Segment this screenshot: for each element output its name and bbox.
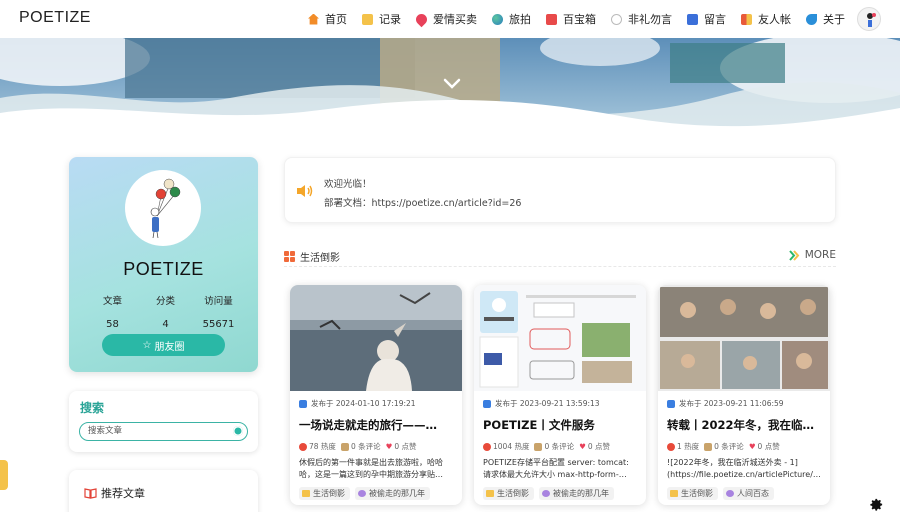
speaker-icon (297, 185, 313, 197)
stat-articles: 文章 58 (102, 296, 122, 330)
tag-category[interactable]: 生活倒影 (667, 487, 718, 500)
scroll-down-icon[interactable] (443, 78, 461, 90)
article-meta: 1004 热度 0 条评论 ♥ 0 点赞 (483, 441, 610, 452)
article-title[interactable]: POETIZE丨文件服务 (483, 417, 641, 433)
tag-label[interactable]: 被偷走的那几年 (355, 487, 430, 500)
nav-item-about[interactable]: 关于 (806, 11, 845, 27)
nav-menu: 首页 记录 爱情买卖 旅拍 百宝箱 非礼勿言 留言 友人帐 关于 (293, 0, 845, 38)
tag-icon (542, 490, 550, 497)
recommend-title: 推荐文章 (84, 485, 145, 501)
article-tags: 生活倒影 被偷走的那几年 (299, 487, 435, 500)
fire-icon (667, 442, 675, 451)
stat-visits: 访问量 55671 (202, 296, 235, 330)
fire-icon (483, 442, 491, 451)
tag-label[interactable]: 被偷走的那几年 (539, 487, 614, 500)
section-divider (284, 266, 836, 267)
folder-icon (486, 490, 494, 497)
search-card: 搜索 搜索文章 (69, 391, 258, 452)
folder-icon (670, 490, 678, 497)
nav-item-friends[interactable]: 友人帐 (741, 11, 791, 27)
article-card[interactable]: 发布于 2023-09-21 13:59:13 POETIZE丨文件服务 100… (474, 285, 646, 505)
nav-item-notes[interactable]: 记录 (362, 11, 401, 27)
tag-icon (358, 490, 366, 497)
article-card[interactable]: 发布于 2023-09-21 11:06:59 转载丨2022年冬，我在临… 1… (658, 285, 830, 505)
grid-icon (284, 251, 295, 262)
more-link[interactable]: MORE (788, 249, 836, 261)
hero-banner (0, 38, 900, 133)
user-avatar[interactable] (857, 7, 881, 31)
profile-card: POETIZE 文章 58 分类 4 访问量 55671 ☆ 朋友圈 (69, 157, 258, 372)
friends-icon (741, 13, 752, 25)
article-tags: 生活倒影 被偷走的那几年 (483, 487, 619, 500)
tag-category[interactable]: 生活倒影 (483, 487, 534, 500)
article-excerpt: POETIZE存储平台配置 server: tomcat: 请求体最大允许大小 … (483, 458, 629, 479)
fire-icon (299, 442, 307, 451)
profile-avatar (125, 170, 201, 246)
article-title[interactable]: 转载丨2022年冬，我在临… (667, 417, 825, 433)
search-placeholder: 搜索文章 (88, 426, 123, 436)
nav-item-love[interactable]: 爱情买卖 (413, 11, 477, 27)
stat-categories: 分类 4 (155, 296, 175, 330)
nav-item-travel[interactable]: 旅拍 (492, 11, 531, 27)
article-card[interactable]: 发布于 2024-01-10 17:19:21 一场说走就走的旅行——… 78 … (290, 285, 462, 505)
profile-stats: 文章 58 分类 4 访问量 55671 (69, 293, 258, 330)
like-heart-icon: ♥ (385, 442, 393, 451)
friend-circle-button[interactable]: ☆ 朋友圈 (102, 334, 225, 356)
recommend-card: 推荐文章 (69, 470, 258, 512)
article-thumbnail (290, 285, 462, 391)
bird-icon (806, 13, 817, 25)
side-tab[interactable] (0, 460, 8, 490)
nav-item-toolbox[interactable]: 百宝箱 (546, 11, 596, 27)
calendar-icon (667, 399, 675, 408)
article-thumbnail (658, 285, 830, 391)
section-header: 生活倒影 MORE (284, 248, 836, 266)
globe-icon (492, 13, 503, 25)
folder-icon (302, 490, 310, 497)
article-excerpt: ![2022年冬，我在临沂城送外卖 - 1](https://file.poet… (667, 458, 821, 479)
book-icon (84, 487, 97, 499)
nav-item-quotes[interactable]: 非礼勿言 (611, 11, 672, 27)
notice-line-1: 欢迎光临！ (324, 179, 372, 190)
calendar-icon (483, 399, 491, 408)
article-date: 发布于 2023-09-21 13:59:13 (483, 398, 600, 409)
nav-item-message[interactable]: 留言 (687, 11, 726, 27)
tag-icon (726, 490, 734, 497)
like-heart-icon: ♥ (579, 442, 586, 451)
profile-name: POETIZE (123, 259, 204, 279)
article-date: 发布于 2024-01-10 17:19:21 (299, 398, 416, 409)
notebook-icon (362, 13, 373, 25)
section-title: 生活倒影 (284, 249, 340, 264)
article-date: 发布于 2023-09-21 11:06:59 (667, 398, 784, 409)
double-chevron-icon (788, 249, 800, 261)
comment-icon (534, 442, 543, 451)
home-icon (308, 13, 319, 25)
search-title: 搜索 (80, 401, 105, 415)
star-icon: ☆ (142, 339, 152, 351)
toolbox-icon (546, 13, 557, 25)
comment-icon (704, 442, 713, 451)
nav-item-home[interactable]: 首页 (308, 11, 347, 27)
article-meta: 78 热度 0 条评论 ♥ 0 点赞 (299, 441, 416, 452)
notice-board: 欢迎光临！ 部署文档：https://poetize.cn/article?id… (284, 157, 836, 223)
speech-bubble-icon (611, 13, 622, 25)
article-excerpt: 休假后的第一件事就是出去旅游啦，哈哈哈，这是一篇这到的孕中期旅游分享贴… (299, 458, 443, 479)
article-thumbnail (474, 285, 646, 391)
search-input[interactable]: 搜索文章 (79, 422, 248, 441)
message-icon (687, 13, 698, 25)
like-heart-icon: ♥ (748, 442, 756, 451)
article-meta: 1 热度 0 条评论 ♥ 0 点赞 (667, 441, 780, 452)
site-logo[interactable]: POETIZE (19, 9, 91, 27)
search-icon[interactable] (233, 426, 243, 436)
heart-icon (413, 11, 430, 27)
notice-line-2[interactable]: 部署文档：https://poetize.cn/article?id=26 (324, 195, 521, 209)
article-tags: 生活倒影 人间百态 (667, 487, 779, 500)
top-navbar: POETIZE 首页 记录 爱情买卖 旅拍 百宝箱 非礼勿言 留言 友人帐 关于 (0, 0, 900, 38)
tag-category[interactable]: 生活倒影 (299, 487, 350, 500)
comment-icon (340, 442, 349, 451)
calendar-icon (299, 399, 307, 408)
tag-label[interactable]: 人间百态 (723, 487, 774, 500)
gear-icon[interactable] (869, 497, 884, 512)
article-title[interactable]: 一场说走就走的旅行——… (299, 417, 457, 433)
